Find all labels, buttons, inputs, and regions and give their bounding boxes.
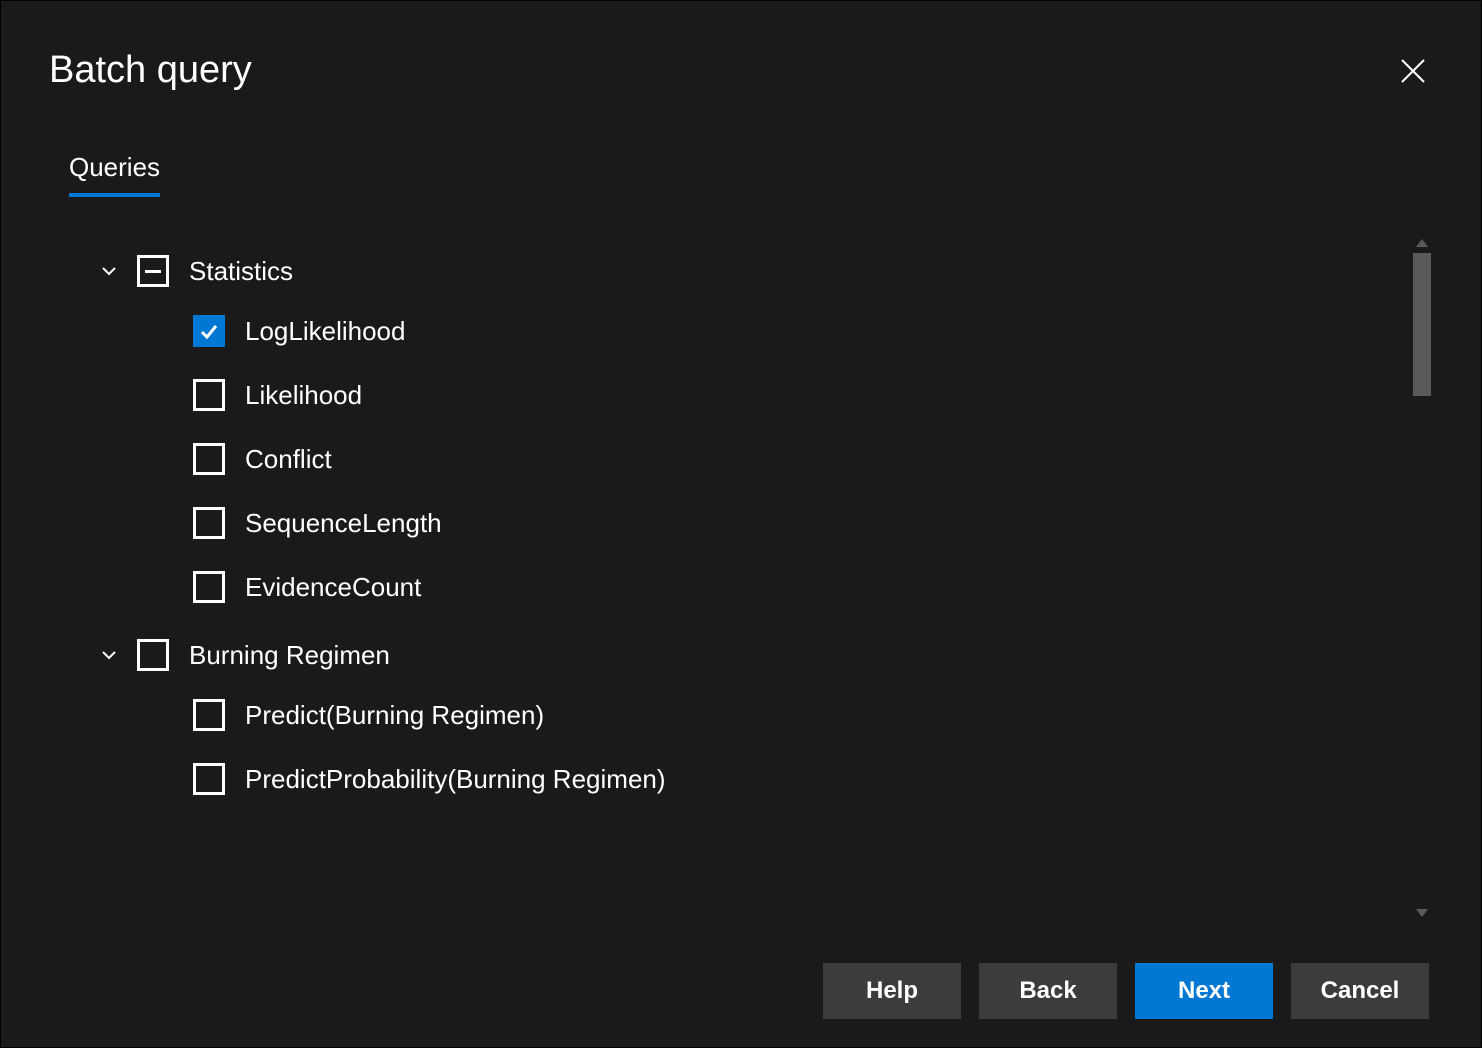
item-label: PredictProbability(Burning Regimen)	[245, 764, 666, 795]
tab-queries[interactable]: Queries	[69, 152, 160, 197]
checkbox-predict-burning-regimen[interactable]	[193, 699, 225, 731]
scroll-track[interactable]	[1411, 253, 1433, 903]
checkbox-conflict[interactable]	[193, 443, 225, 475]
query-tree: Statistics LogLikelihood Likelihood	[49, 233, 1433, 811]
tree-group-statistics: Statistics LogLikelihood Likelihood	[97, 243, 1433, 619]
tree-children: Predict(Burning Regimen) PredictProbabil…	[97, 683, 1433, 811]
tree-item: SequenceLength	[193, 491, 1433, 555]
chevron-down-icon	[100, 646, 118, 664]
tree-group-header: Burning Regimen	[97, 627, 1433, 683]
group-checkbox-burning-regimen[interactable]	[137, 639, 169, 671]
item-label: Conflict	[245, 444, 332, 475]
tree-item: EvidenceCount	[193, 555, 1433, 619]
tree-container: Statistics LogLikelihood Likelihood	[49, 233, 1433, 923]
batch-query-dialog: Batch query Queries	[0, 0, 1482, 1048]
checkbox-evidencecount[interactable]	[193, 571, 225, 603]
checkbox-sequencelength[interactable]	[193, 507, 225, 539]
tree-item: Likelihood	[193, 363, 1433, 427]
checkbox-predictprobability-burning-regimen[interactable]	[193, 763, 225, 795]
triangle-down-icon	[1416, 909, 1428, 917]
dialog-footer: Help Back Next Cancel	[49, 963, 1433, 1023]
indeterminate-icon	[145, 270, 161, 273]
expand-toggle[interactable]	[97, 643, 121, 667]
chevron-down-icon	[100, 262, 118, 280]
group-checkbox-statistics[interactable]	[137, 255, 169, 287]
scroll-thumb[interactable]	[1413, 253, 1431, 396]
group-label: Statistics	[189, 256, 293, 287]
close-icon	[1400, 58, 1426, 84]
tree-item: Predict(Burning Regimen)	[193, 683, 1433, 747]
tree-children: LogLikelihood Likelihood Conflict	[97, 299, 1433, 619]
item-label: LogLikelihood	[245, 316, 405, 347]
item-label: Likelihood	[245, 380, 362, 411]
tabs-bar: Queries	[49, 152, 1433, 197]
help-button[interactable]: Help	[823, 963, 961, 1019]
dialog-header: Batch query	[49, 49, 1433, 92]
dialog-title: Batch query	[49, 49, 252, 92]
triangle-up-icon	[1416, 239, 1428, 247]
check-icon	[198, 320, 220, 342]
tree-group-burning-regimen: Burning Regimen Predict(Burning Regimen)…	[97, 627, 1433, 811]
scrollbar[interactable]	[1411, 233, 1433, 923]
tree-group-header: Statistics	[97, 243, 1433, 299]
cancel-button[interactable]: Cancel	[1291, 963, 1429, 1019]
expand-toggle[interactable]	[97, 259, 121, 283]
scroll-down-arrow[interactable]	[1411, 903, 1433, 923]
tree-item: Conflict	[193, 427, 1433, 491]
checkbox-loglikelihood[interactable]	[193, 315, 225, 347]
checkbox-likelihood[interactable]	[193, 379, 225, 411]
back-button[interactable]: Back	[979, 963, 1117, 1019]
item-label: SequenceLength	[245, 508, 442, 539]
group-label: Burning Regimen	[189, 640, 390, 671]
tree-item: PredictProbability(Burning Regimen)	[193, 747, 1433, 811]
scroll-up-arrow[interactable]	[1411, 233, 1433, 253]
next-button[interactable]: Next	[1135, 963, 1273, 1019]
item-label: EvidenceCount	[245, 572, 421, 603]
close-button[interactable]	[1393, 51, 1433, 91]
item-label: Predict(Burning Regimen)	[245, 700, 544, 731]
tree-item: LogLikelihood	[193, 299, 1433, 363]
